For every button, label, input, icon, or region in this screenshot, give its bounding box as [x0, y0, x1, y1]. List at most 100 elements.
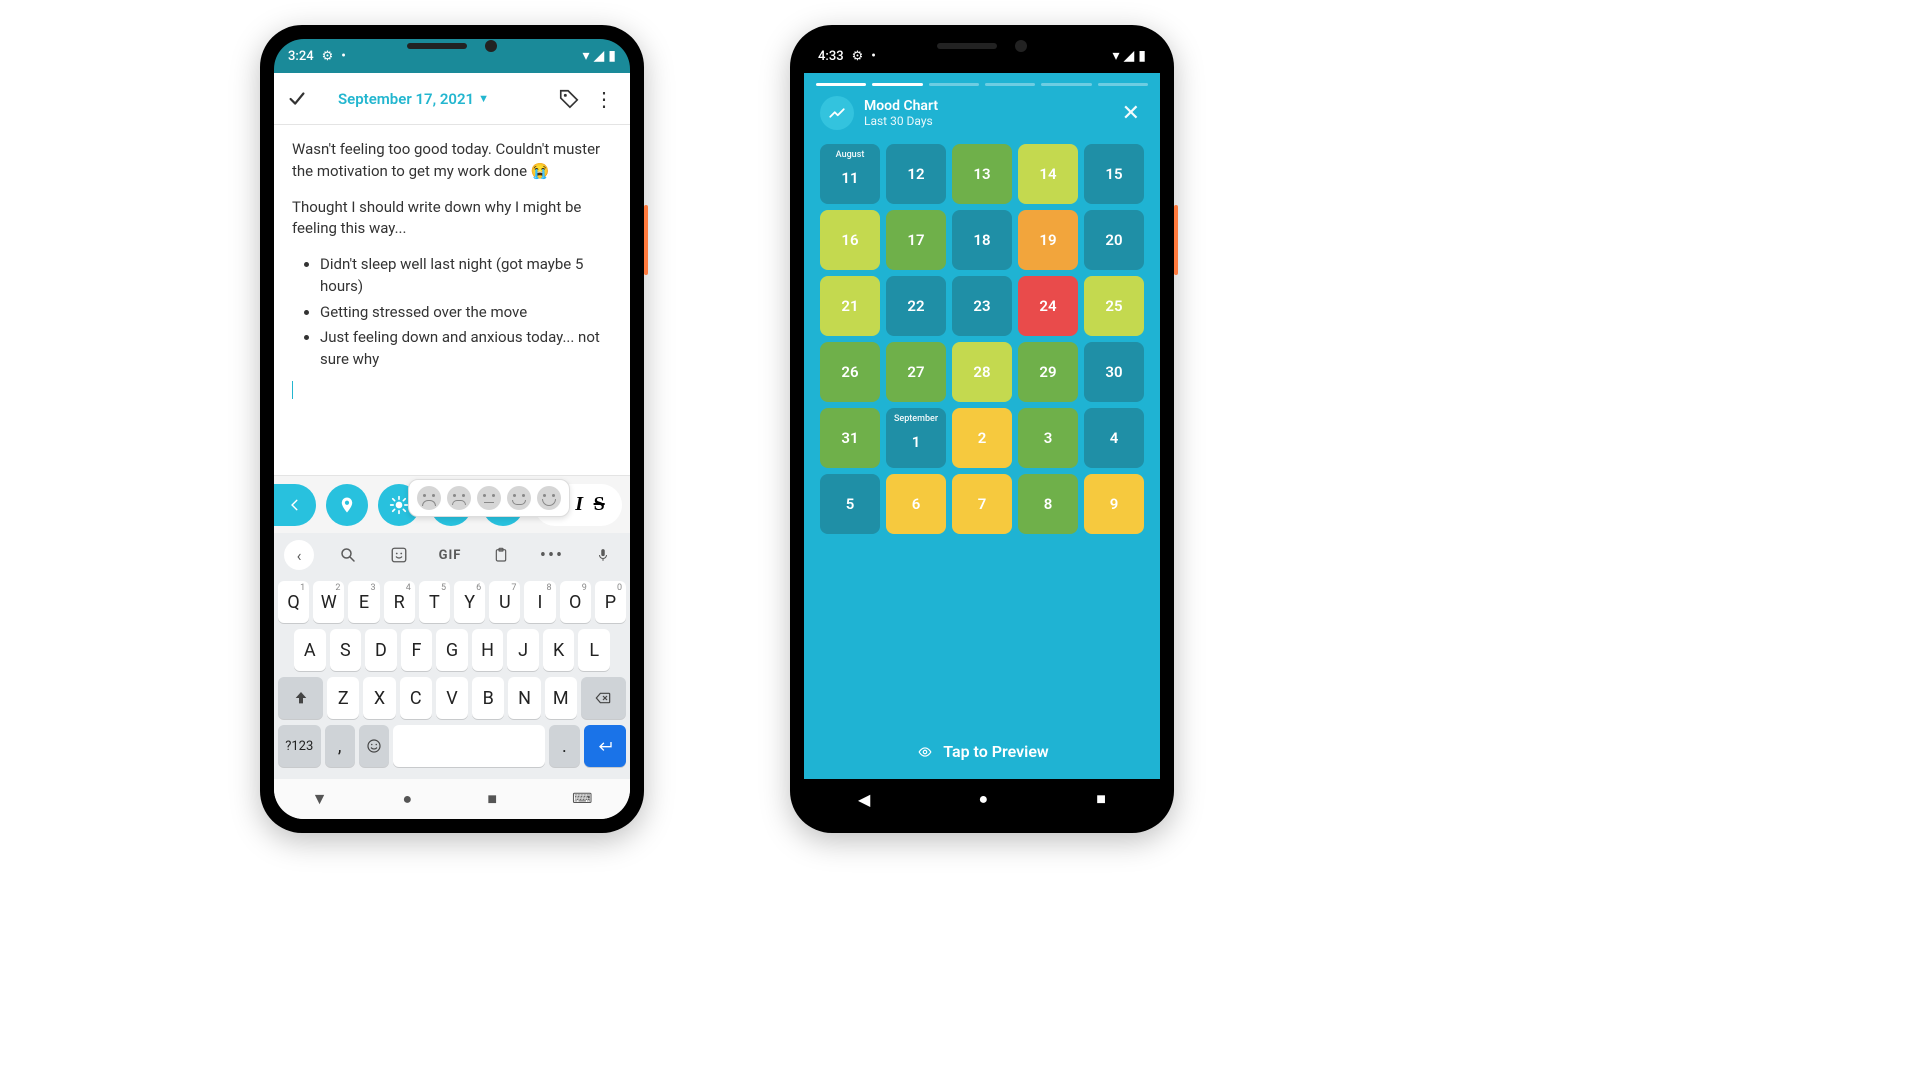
close-button[interactable]: ✕: [1118, 97, 1144, 130]
key-shift[interactable]: [278, 677, 323, 719]
mood-cell[interactable]: 22: [886, 276, 946, 336]
key-j[interactable]: J: [507, 629, 539, 671]
key-emoji[interactable]: [359, 725, 389, 767]
key-v[interactable]: V: [436, 677, 468, 719]
key-e[interactable]: E3: [348, 581, 379, 623]
mood-cell[interactable]: 12: [886, 144, 946, 204]
mood-cell[interactable]: 14: [1018, 144, 1078, 204]
nav-home-icon[interactable]: ●: [403, 789, 413, 809]
keyboard-search-icon[interactable]: [331, 538, 365, 572]
mood-cell[interactable]: 30: [1084, 342, 1144, 402]
key-l[interactable]: L: [578, 629, 610, 671]
entry-editor[interactable]: Wasn't feeling too good today. Couldn't …: [274, 125, 630, 475]
mood-cell[interactable]: 18: [952, 210, 1012, 270]
keyboard-sticker-icon[interactable]: [382, 538, 416, 572]
overflow-menu-button[interactable]: ⋮: [590, 87, 618, 111]
key-p[interactable]: P0: [595, 581, 626, 623]
nav-recents-icon[interactable]: ■: [487, 789, 497, 809]
mood-cell[interactable]: 19: [1018, 210, 1078, 270]
key-z[interactable]: Z: [327, 677, 359, 719]
key-s[interactable]: S: [330, 629, 362, 671]
mood-cell[interactable]: 17: [886, 210, 946, 270]
done-button[interactable]: [286, 88, 308, 110]
key-w[interactable]: W2: [313, 581, 344, 623]
key-t[interactable]: T5: [419, 581, 450, 623]
key-symbols[interactable]: ?123: [278, 725, 321, 767]
mood-option-meh[interactable]: [477, 486, 501, 510]
key-c[interactable]: C: [400, 677, 432, 719]
mood-option-rad[interactable]: [537, 486, 561, 510]
mood-cell[interactable]: 6: [886, 474, 946, 534]
nav-recents-icon[interactable]: ■: [1096, 789, 1106, 809]
keyboard-collapse-button[interactable]: ‹: [284, 540, 314, 570]
mood-cell[interactable]: 4: [1084, 408, 1144, 468]
key-i[interactable]: I8: [524, 581, 555, 623]
keyboard-mic-icon[interactable]: [586, 538, 620, 572]
mood-cell[interactable]: 28: [952, 342, 1012, 402]
key-o[interactable]: O9: [560, 581, 591, 623]
tap-to-preview-button[interactable]: Tap to Preview: [816, 742, 1148, 761]
key-y[interactable]: Y6: [454, 581, 485, 623]
phone-mood-chart: 4:33 ⚙ • ▾ ◢ ▮ Mood Chart Last 30 Days: [790, 25, 1174, 833]
mood-cell[interactable]: September1: [886, 408, 946, 468]
location-button[interactable]: [326, 484, 368, 526]
italic-button[interactable]: I: [575, 493, 583, 516]
key-k[interactable]: K: [543, 629, 575, 671]
mood-cell[interactable]: 8: [1018, 474, 1078, 534]
key-enter[interactable]: [584, 725, 627, 767]
key-h[interactable]: H: [472, 629, 504, 671]
key-g[interactable]: G: [436, 629, 468, 671]
key-period[interactable]: .: [549, 725, 579, 767]
mood-cell[interactable]: 31: [820, 408, 880, 468]
date-picker-button[interactable]: September 17, 2021 ▼: [338, 90, 489, 108]
mood-cell[interactable]: 2: [952, 408, 1012, 468]
nav-keyboard-switch-icon[interactable]: ⌨: [572, 791, 592, 807]
status-time: 4:33: [818, 49, 844, 64]
key-n[interactable]: N: [508, 677, 540, 719]
key-comma[interactable]: ,: [325, 725, 355, 767]
mood-cell[interactable]: 5: [820, 474, 880, 534]
key-b[interactable]: B: [472, 677, 504, 719]
mood-cell[interactable]: 29: [1018, 342, 1078, 402]
mood-cell[interactable]: 7: [952, 474, 1012, 534]
mood-cell[interactable]: 26: [820, 342, 880, 402]
mood-cell[interactable]: 21: [820, 276, 880, 336]
mood-option-awful[interactable]: [417, 486, 441, 510]
mood-cell[interactable]: 23: [952, 276, 1012, 336]
key-d[interactable]: D: [365, 629, 397, 671]
entry-paragraph: Wasn't feeling too good today. Couldn't …: [292, 139, 612, 183]
key-x[interactable]: X: [363, 677, 395, 719]
mood-cell[interactable]: 16: [820, 210, 880, 270]
toolbar-prev[interactable]: [274, 484, 316, 526]
key-u[interactable]: U7: [489, 581, 520, 623]
mood-cell[interactable]: 13: [952, 144, 1012, 204]
key-q[interactable]: Q1: [278, 581, 309, 623]
chevron-down-icon: ▼: [478, 92, 489, 105]
key-space[interactable]: [393, 725, 545, 767]
mood-calendar-grid: August1112131415161718192021222324252627…: [816, 144, 1148, 534]
keyboard-gif-button[interactable]: GIF: [433, 538, 467, 572]
mood-cell[interactable]: 20: [1084, 210, 1144, 270]
key-m[interactable]: M: [545, 677, 577, 719]
nav-back-icon[interactable]: ◀: [858, 790, 870, 809]
mood-cell[interactable]: August11: [820, 144, 880, 204]
nav-back-icon[interactable]: ▼: [312, 789, 328, 809]
mood-cell[interactable]: 3: [1018, 408, 1078, 468]
mood-cell[interactable]: 24: [1018, 276, 1078, 336]
mood-cell[interactable]: 27: [886, 342, 946, 402]
nav-home-icon[interactable]: ●: [978, 789, 988, 809]
keyboard-more-button[interactable]: •••: [535, 538, 569, 572]
mood-option-bad[interactable]: [447, 486, 471, 510]
phone-power-button: [644, 205, 648, 275]
strike-button[interactable]: S: [594, 493, 605, 516]
key-backspace[interactable]: [581, 677, 626, 719]
key-f[interactable]: F: [401, 629, 433, 671]
mood-cell[interactable]: 25: [1084, 276, 1144, 336]
tag-button[interactable]: [558, 88, 580, 110]
key-a[interactable]: A: [294, 629, 326, 671]
mood-option-good[interactable]: [507, 486, 531, 510]
mood-cell[interactable]: 15: [1084, 144, 1144, 204]
keyboard-clipboard-icon[interactable]: [484, 538, 518, 572]
key-r[interactable]: R4: [384, 581, 415, 623]
mood-cell[interactable]: 9: [1084, 474, 1144, 534]
